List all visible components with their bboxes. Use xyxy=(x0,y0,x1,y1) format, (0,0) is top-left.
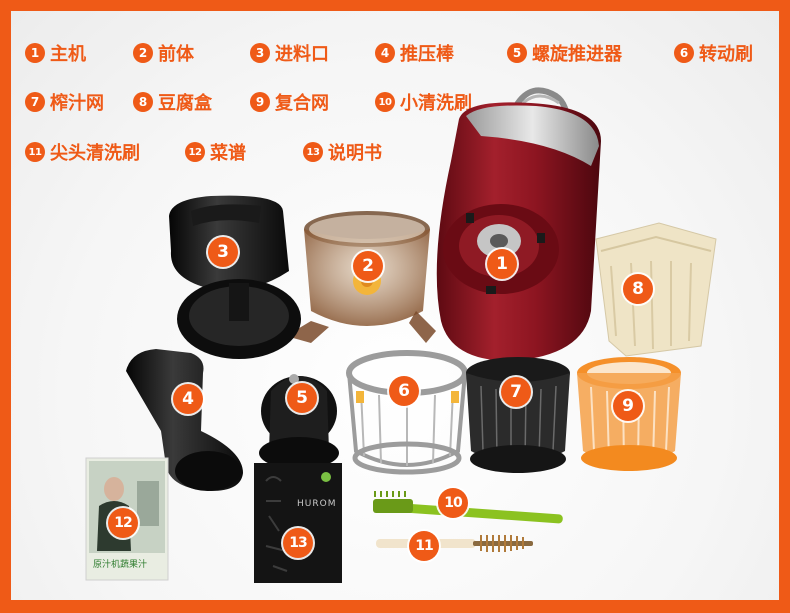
part-marker-7: 7 xyxy=(501,377,531,407)
part-marker-10: 10 xyxy=(438,488,468,518)
part-marker-1: 1 xyxy=(487,249,517,279)
part-marker-8: 8 xyxy=(623,274,653,304)
tofu-box xyxy=(595,222,717,357)
part-marker-12: 12 xyxy=(108,508,138,538)
part-marker-9: 9 xyxy=(613,391,643,421)
manual-brand-text: HUROM xyxy=(297,499,337,509)
feeding-chute xyxy=(169,195,301,359)
instruction-manual xyxy=(254,463,342,583)
pointed-cleaning-brush xyxy=(376,535,533,552)
juicer-main-body xyxy=(436,87,601,361)
part-marker-6: 6 xyxy=(389,376,419,406)
recipe-cover-text: 原汁机蔬果汁 xyxy=(93,560,148,570)
part-marker-2: 2 xyxy=(353,251,383,281)
product-photo: 1 主机 2 前体 3 进料口 4 推压棒 5 螺旋推进器 6 转动刷 7 榨汁… xyxy=(11,11,779,600)
part-marker-5: 5 xyxy=(287,383,317,413)
part-marker-13: 13 xyxy=(283,528,313,558)
small-cleaning-brush xyxy=(373,491,563,524)
part-marker-3: 3 xyxy=(208,237,238,267)
rotating-brush xyxy=(346,350,468,475)
juicing-screen xyxy=(466,357,570,473)
part-marker-4: 4 xyxy=(173,384,203,414)
part-marker-11: 11 xyxy=(409,531,439,561)
